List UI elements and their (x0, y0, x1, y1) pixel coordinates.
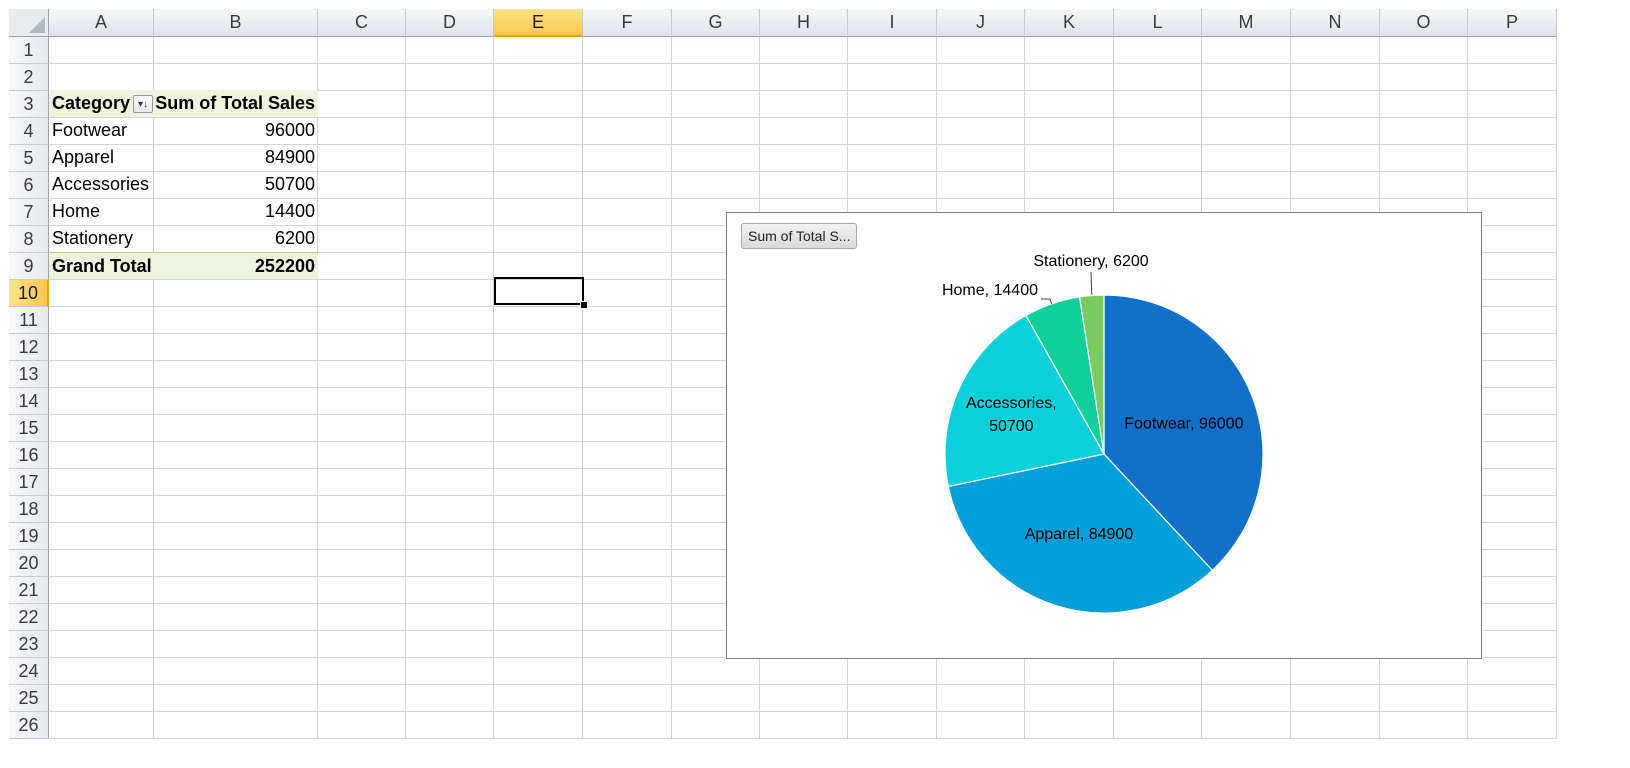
pie-chart-plot: Footwear, 96000Apparel, 84900Accessories… (942, 253, 1264, 614)
gridline (582, 37, 583, 739)
select-all-icon (29, 17, 45, 33)
row-header-23[interactable]: 23 (9, 631, 49, 658)
leader-line (1041, 298, 1053, 304)
column-header-o[interactable]: O (1380, 9, 1468, 37)
column-header-d[interactable]: D (406, 9, 494, 37)
column-header-k[interactable]: K (1025, 9, 1114, 37)
pivot-grand-total-label[interactable]: Grand Total (49, 252, 154, 279)
row-header-13[interactable]: 13 (9, 361, 49, 388)
row-header-1[interactable]: 1 (9, 37, 49, 64)
row-header-17[interactable]: 17 (9, 469, 49, 496)
gridline (49, 684, 1557, 685)
row-header-20[interactable]: 20 (9, 550, 49, 577)
pivot-row-label[interactable]: Apparel (49, 144, 154, 171)
row-header-16[interactable]: 16 (9, 442, 49, 469)
row-header-22[interactable]: 22 (9, 604, 49, 631)
row-header-5[interactable]: 5 (9, 145, 49, 172)
row-header-10[interactable]: 10 (9, 280, 49, 307)
pivot-row-label[interactable]: Home (49, 198, 154, 225)
data-label-home: Home, 14400 (942, 282, 1038, 299)
pivot-row-value[interactable]: 14400 (154, 198, 318, 225)
row-header-24[interactable]: 24 (9, 658, 49, 685)
row-header-6[interactable]: 6 (9, 172, 49, 199)
column-header-f[interactable]: F (583, 9, 672, 37)
row-header-25[interactable]: 25 (9, 685, 49, 712)
pivot-row-label[interactable]: Footwear (49, 117, 154, 144)
column-header-c[interactable]: C (318, 9, 406, 37)
column-header-h[interactable]: H (760, 9, 848, 37)
pivot-row-label[interactable]: Accessories (49, 171, 154, 198)
leader-line (1090, 271, 1093, 295)
data-label-apparel: Apparel, 84900 (1025, 526, 1134, 543)
column-header-m[interactable]: M (1202, 9, 1291, 37)
gridline (49, 711, 1557, 712)
column-header-l[interactable]: L (1114, 9, 1202, 37)
data-label-stationery: Stationery, 6200 (1033, 253, 1148, 270)
column-header-j[interactable]: J (937, 9, 1025, 37)
gridline (405, 37, 406, 739)
row-header-19[interactable]: 19 (9, 523, 49, 550)
pivot-row-value[interactable]: 96000 (154, 117, 318, 144)
gridline (1556, 37, 1557, 739)
active-cell-cursor[interactable] (494, 277, 584, 305)
fill-handle[interactable] (580, 301, 588, 309)
row-header-3[interactable]: 3 (9, 91, 49, 118)
spreadsheet[interactable]: A B C D E F G H I J K L M N O P 1 2 3 4 5 6 7 8 9 10 11 12 13 14 15 16 1… (0, 0, 1630, 768)
row-header-15[interactable]: 15 (9, 415, 49, 442)
pivot-grand-total-value[interactable]: 252200 (154, 252, 318, 279)
pivot-header-value[interactable]: Sum of Total Sales (154, 90, 318, 117)
column-header-e[interactable]: E (494, 9, 583, 37)
column-header-n[interactable]: N (1291, 9, 1380, 37)
row-header-9[interactable]: 9 (9, 253, 49, 280)
column-header-g[interactable]: G (672, 9, 760, 37)
row-header-12[interactable]: 12 (9, 334, 49, 361)
row-header-18[interactable]: 18 (9, 496, 49, 523)
row-header-8[interactable]: 8 (9, 226, 49, 253)
row-header-7[interactable]: 7 (9, 199, 49, 226)
gridline (49, 738, 1557, 739)
select-all-corner[interactable] (9, 9, 49, 37)
sort-filter-icon[interactable]: ▾↓ (133, 95, 153, 113)
pivot-row-value[interactable]: 50700 (154, 171, 318, 198)
gridline (671, 37, 672, 739)
data-label-footwear: Footwear, 96000 (1124, 416, 1243, 433)
column-header-p[interactable]: P (1468, 9, 1557, 37)
row-header-4[interactable]: 4 (9, 118, 49, 145)
pivot-row-label[interactable]: Stationery (49, 225, 154, 252)
pie-chart[interactable]: Sum of Total S... Footwear, 96000 Apparel… (726, 212, 1482, 659)
gridline (49, 63, 1557, 64)
column-header-b[interactable]: B (154, 9, 318, 37)
pivot-row-value[interactable]: 6200 (154, 225, 318, 252)
gridline (493, 37, 494, 739)
column-header-i[interactable]: I (848, 9, 937, 37)
pivot-row-value[interactable]: 84900 (154, 144, 318, 171)
row-header-11[interactable]: 11 (9, 307, 49, 334)
row-header-14[interactable]: 14 (9, 388, 49, 415)
column-header-a[interactable]: A (49, 9, 154, 37)
row-header-2[interactable]: 2 (9, 64, 49, 91)
row-header-21[interactable]: 21 (9, 577, 49, 604)
row-header-26[interactable]: 26 (9, 712, 49, 739)
